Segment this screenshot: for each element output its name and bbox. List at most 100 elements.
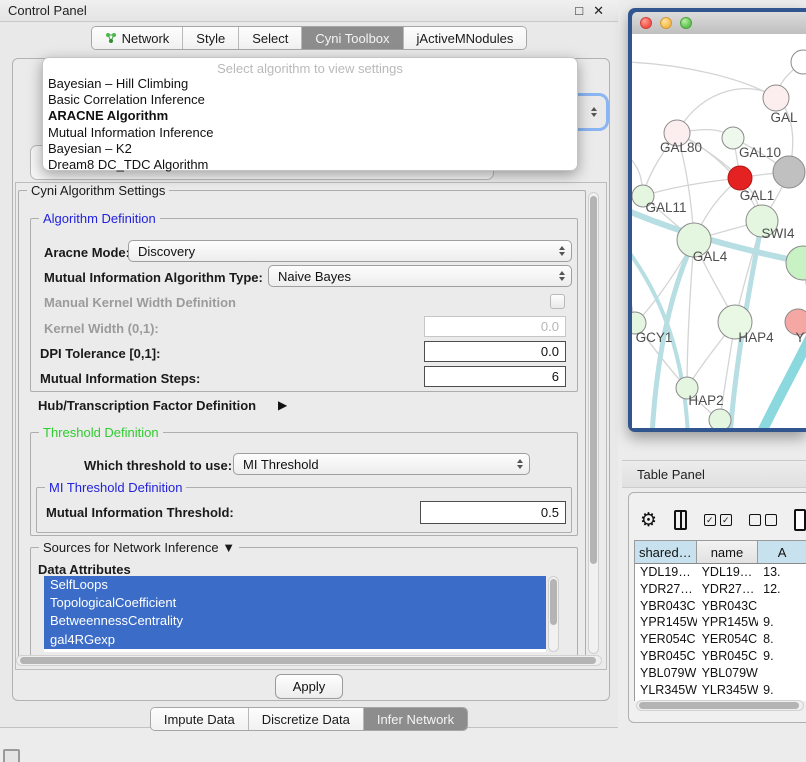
settings-vertical-scrollbar[interactable] [588, 192, 599, 654]
aracne-mode-value: Discovery [138, 244, 195, 259]
bottom-tab-infer-network[interactable]: Infer Network [364, 708, 467, 730]
mi-type-value: Naive Bayes [278, 269, 351, 284]
attribute-list-scrollbar[interactable] [548, 576, 559, 652]
mi-steps-value: 6 [552, 369, 559, 384]
attribute-list-item[interactable]: SelfLoops [44, 576, 546, 594]
expand-arrow-icon[interactable]: ▶ [278, 398, 287, 412]
table-cell [758, 665, 806, 682]
hub-section-label[interactable]: Hub/Transcription Factor Definition [38, 398, 256, 413]
kernel-width-field: 0.0 [424, 316, 566, 337]
table-horizontal-scrollbar[interactable] [636, 700, 804, 711]
tab-select[interactable]: Select [239, 27, 302, 49]
table-row[interactable]: YPR145WYPR145W9. [635, 614, 806, 631]
deselect-all-columns-icon[interactable] [749, 514, 777, 526]
column-header-3[interactable]: A [758, 541, 806, 563]
gear-icon[interactable]: ⚙ [640, 511, 657, 530]
node-label: GAL [770, 110, 798, 125]
table-cell: 13. [758, 564, 806, 581]
network-node[interactable] [773, 156, 805, 188]
dock-panel-icon[interactable] [3, 749, 20, 762]
table-cell: YPR145W [635, 614, 697, 631]
mi-threshold-field[interactable]: 0.5 [420, 501, 566, 524]
tab-label: Select [252, 31, 288, 46]
algorithm-option[interactable]: Mutual Information Inference [43, 125, 577, 141]
collapse-arrow-icon[interactable]: ▼ [222, 540, 235, 555]
spinner-arrows-icon [559, 246, 565, 256]
network-edge[interactable] [677, 89, 776, 133]
table-header-row[interactable]: shared…nameA [635, 541, 806, 564]
manual-kernel-checkbox[interactable] [550, 294, 565, 309]
table-cell: 9. [758, 648, 806, 665]
tab-style[interactable]: Style [183, 27, 239, 49]
table-row[interactable]: YER054CYER054C8. [635, 631, 806, 648]
dpi-tolerance-field[interactable]: 0.0 [424, 341, 566, 362]
spinner-arrows-icon [559, 271, 565, 281]
zoom-window-icon[interactable] [680, 17, 692, 29]
bottom-tab-discretize-data[interactable]: Discretize Data [249, 708, 364, 730]
new-table-icon[interactable] [794, 509, 806, 531]
apply-button-label: Apply [293, 679, 326, 694]
close-window-icon[interactable] [640, 17, 652, 29]
data-attributes-label: Data Attributes [38, 562, 131, 577]
network-window-titlebar [632, 12, 806, 35]
algorithm-option[interactable]: Basic Correlation Inference [43, 92, 577, 108]
network-node[interactable] [709, 409, 731, 428]
node-label: HAP2 [688, 393, 723, 408]
apply-row: Apply [0, 674, 618, 699]
tab-cyni-toolbox[interactable]: Cyni Toolbox [302, 27, 403, 49]
settings-horizontal-scrollbar[interactable] [16, 655, 602, 666]
bottom-tab-impute-data[interactable]: Impute Data [151, 708, 249, 730]
dpi-tolerance-value: 0.0 [541, 344, 559, 359]
attribute-list-item[interactable]: TopologicalCoefficient [44, 594, 546, 612]
table-row[interactable]: YBL079WYBL079W [635, 665, 806, 682]
table-cell: 9. [758, 614, 806, 631]
network-node[interactable] [763, 85, 789, 111]
table-cell [758, 598, 806, 615]
split-columns-icon[interactable] [674, 510, 687, 530]
network-tab-icon [105, 32, 117, 44]
algorithm-definition-title: Algorithm Definition [39, 211, 160, 226]
select-all-columns-icon[interactable]: ✓✓ [704, 514, 732, 526]
algorithm-option[interactable]: Bayesian – Hill Climbing [43, 76, 577, 92]
bottom-tab-label: Infer Network [377, 712, 454, 727]
network-canvas[interactable]: GALGAL80GAL10GAL1GAL11SWI4GAL4GCY1HAP4YH… [632, 34, 806, 428]
table-cell: 12. [758, 581, 806, 598]
attribute-list-item[interactable]: BetweennessCentrality [44, 612, 546, 630]
which-threshold-select[interactable]: MI Threshold [233, 453, 530, 475]
table-row[interactable]: YDR27…YDR27…12. [635, 581, 806, 598]
table-row[interactable]: YDL19…YDL19…13. [635, 564, 806, 581]
mi-steps-field[interactable]: 6 [424, 366, 566, 387]
float-window-icon[interactable]: □ [575, 3, 583, 19]
algorithm-option[interactable]: ARACNE Algorithm [43, 108, 577, 124]
network-edge[interactable] [643, 178, 740, 196]
mi-threshold-value: 0.5 [541, 505, 559, 520]
network-node[interactable] [786, 246, 806, 280]
apply-button[interactable]: Apply [275, 674, 344, 699]
algorithm-option[interactable]: Bayesian – K2 [43, 141, 577, 157]
threshold-definition-title: Threshold Definition [39, 425, 163, 440]
algorithm-option[interactable]: Dream8 DC_TDC Algorithm [43, 157, 577, 173]
mi-threshold-group-title: MI Threshold Definition [45, 480, 186, 495]
column-header-2[interactable]: name [697, 541, 759, 563]
attribute-list-item[interactable]: gal4RGexp [44, 631, 546, 649]
node-label: GAL10 [739, 145, 781, 160]
table-row[interactable]: YLR345WYLR345W9. [635, 682, 806, 699]
network-graph[interactable]: GALGAL80GAL10GAL1GAL11SWI4GAL4GCY1HAP4YH… [632, 34, 806, 428]
node-label: GAL1 [740, 188, 775, 203]
network-node[interactable] [728, 166, 752, 190]
tab-jactivemnodules[interactable]: jActiveMNodules [404, 27, 527, 49]
node-table[interactable]: shared…nameA YDL19…YDL19…13.YDR27…YDR27…… [634, 540, 806, 701]
aracne-mode-select[interactable]: Discovery [128, 240, 572, 262]
tab-network[interactable]: Network [92, 27, 184, 49]
minimize-window-icon[interactable] [660, 17, 672, 29]
column-header-1[interactable]: shared… [635, 541, 697, 563]
node-label: GAL80 [660, 140, 702, 155]
table-panel-title: Table Panel [637, 467, 705, 482]
close-panel-icon[interactable]: ✕ [593, 3, 604, 19]
table-row[interactable]: YBR043CYBR043C [635, 598, 806, 615]
mi-type-select[interactable]: Naive Bayes [268, 265, 572, 287]
table-row[interactable]: YBR045CYBR045C9. [635, 648, 806, 665]
table-cell: YDL19… [635, 564, 697, 581]
data-attributes-list[interactable]: SelfLoopsTopologicalCoefficientBetweenne… [44, 576, 546, 652]
network-edge[interactable] [632, 62, 776, 98]
